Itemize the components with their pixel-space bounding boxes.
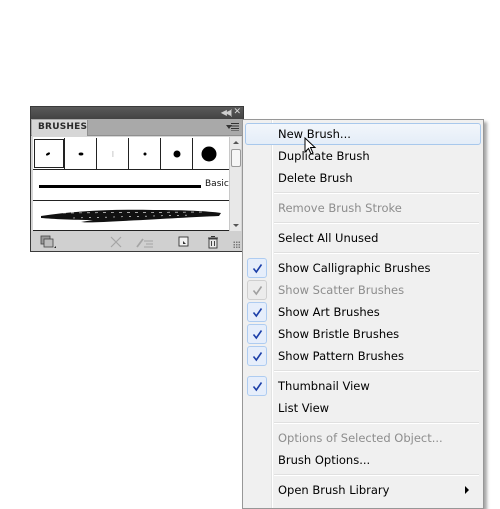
brush-thumbnail-row	[33, 138, 229, 170]
new-brush-icon	[178, 236, 189, 247]
menu-item-list-view[interactable]: List View	[245, 397, 481, 419]
scrollbar-thumb[interactable]	[231, 149, 241, 167]
menu-item-remove-brush-stroke[interactable]: Remove Brush Stroke	[245, 197, 481, 219]
remove-brush-stroke-button[interactable]	[109, 234, 123, 248]
menu-separator	[274, 370, 479, 372]
menu-item-label: Thumbnail View	[278, 379, 370, 393]
titlebar-divider	[231, 109, 232, 117]
round-brush-icon	[201, 146, 217, 161]
collapse-panel-icon[interactable]: ◀◀	[221, 108, 231, 118]
menu-item-label: Delete Brush	[278, 171, 353, 185]
checkmark-icon	[247, 376, 267, 396]
menu-item-duplicate-brush[interactable]: Duplicate Brush	[245, 145, 481, 167]
checkmark-icon	[247, 302, 267, 322]
brush-thumb-calligraphic-3[interactable]	[97, 138, 129, 169]
brush-thumb-round-small[interactable]	[129, 138, 161, 169]
close-icon[interactable]: ✕	[233, 107, 241, 118]
brush-row-art[interactable]	[33, 201, 229, 231]
round-brush-icon	[143, 152, 146, 155]
menu-item-label: Show Pattern Brushes	[278, 349, 404, 363]
menu-item-label: Show Scatter Brushes	[278, 283, 405, 297]
brushes-panel: ◀◀ ✕ BRUSHES Basic	[30, 106, 244, 252]
calligraphic-brush-icon	[112, 151, 114, 157]
tab-brushes[interactable]: BRUSHES	[32, 120, 88, 136]
menu-separator	[274, 474, 479, 476]
menu-separator	[274, 222, 479, 224]
menu-item-label: Remove Brush Stroke	[278, 201, 402, 215]
panel-footer	[31, 231, 243, 251]
menu-separator	[274, 422, 479, 424]
menu-item-label: List View	[278, 401, 330, 415]
brush-thumb-round-large[interactable]	[193, 138, 225, 169]
new-brush-button[interactable]	[177, 234, 191, 248]
brush-list-scrollbar[interactable]	[229, 137, 241, 231]
menu-item-brush-options[interactable]: Brush Options...	[245, 449, 481, 471]
checkmark-icon	[247, 346, 267, 366]
menu-lines-icon	[231, 123, 239, 131]
menu-item-show-calligraphic-brushes[interactable]: Show Calligraphic Brushes	[245, 257, 481, 279]
menu-item-delete-brush[interactable]: Delete Brush	[245, 167, 481, 189]
menu-item-open-brush-library[interactable]: Open Brush Library	[245, 479, 481, 501]
menu-item-label: Duplicate Brush	[278, 149, 370, 163]
mouse-cursor-icon	[304, 137, 317, 155]
menu-separator	[274, 192, 479, 194]
charcoal-brush-stroke	[41, 209, 221, 223]
resize-grip[interactable]	[233, 241, 241, 249]
brushes-panel-menu: New Brush... Duplicate Brush Delete Brush R…	[242, 119, 484, 509]
menu-item-label: Show Bristle Brushes	[278, 327, 400, 341]
menu-item-options-of-selected-object[interactable]: Options of Selected Object...	[245, 427, 481, 449]
menu-item-show-scatter-brushes[interactable]: Show Scatter Brushes	[245, 279, 481, 301]
calligraphic-brush-icon	[46, 152, 50, 156]
options-of-selected-object-button[interactable]	[135, 234, 155, 248]
menu-item-label: Options of Selected Object...	[278, 431, 443, 445]
menu-item-show-bristle-brushes[interactable]: Show Bristle Brushes	[245, 323, 481, 345]
submenu-arrow-icon	[465, 486, 469, 494]
brush-options-icon	[136, 238, 153, 248]
basic-brush-label: Basic	[205, 179, 229, 189]
menu-item-new-brush[interactable]: New Brush...	[245, 123, 481, 145]
menu-item-show-pattern-brushes[interactable]: Show Pattern Brushes	[245, 345, 481, 367]
scroll-up-icon[interactable]	[233, 141, 239, 144]
brush-thumb-calligraphic-2[interactable]	[65, 138, 97, 169]
brush-thumb-round-medium[interactable]	[161, 138, 193, 169]
calligraphic-brush-icon	[78, 152, 84, 156]
menu-item-label: Brush Options...	[278, 453, 371, 467]
menu-item-show-art-brushes[interactable]: Show Art Brushes	[245, 301, 481, 323]
brush-library-icon	[40, 235, 56, 248]
checkmark-icon	[247, 258, 267, 278]
checkmark-icon	[247, 324, 267, 344]
trash-icon	[208, 236, 218, 249]
menu-item-thumbnail-view[interactable]: Thumbnail View	[245, 375, 481, 397]
brush-row-basic[interactable]: Basic	[33, 171, 229, 201]
panel-menu-button[interactable]	[226, 121, 240, 133]
menu-item-label: Show Calligraphic Brushes	[278, 261, 431, 275]
checkmark-icon	[247, 280, 267, 300]
brush-libraries-menu-button[interactable]	[40, 234, 56, 248]
menu-item-select-all-unused[interactable]: Select All Unused	[245, 227, 481, 249]
basic-brush-stroke	[39, 185, 201, 188]
panel-titlebar[interactable]: ◀◀ ✕	[31, 107, 243, 119]
panel-tab-row: BRUSHES	[31, 119, 243, 136]
round-brush-icon	[173, 150, 180, 157]
scroll-down-icon[interactable]	[233, 224, 239, 227]
remove-stroke-x-icon	[110, 236, 122, 248]
brush-thumb-calligraphic-1[interactable]	[33, 138, 65, 169]
delete-brush-button[interactable]	[206, 234, 220, 249]
menu-item-label: Show Art Brushes	[278, 305, 380, 319]
brush-list: Basic	[33, 137, 229, 231]
menu-item-label: Open Brush Library	[278, 483, 390, 497]
menu-item-label: Select All Unused	[278, 231, 379, 245]
menu-separator	[274, 252, 479, 254]
